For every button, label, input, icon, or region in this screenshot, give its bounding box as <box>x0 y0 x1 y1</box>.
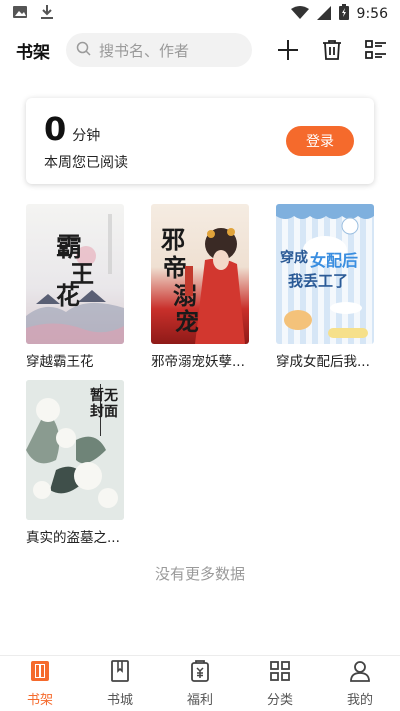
book-item[interactable]: 穿成 女配后 我丢工了 穿成女配后我... <box>276 204 376 370</box>
book-title: 穿越霸王花 <box>26 354 94 370</box>
nav-bookshelf[interactable]: 书架 <box>0 656 80 711</box>
nav-label: 分类 <box>266 693 293 708</box>
download-notification-icon <box>40 4 54 24</box>
category-icon <box>268 659 292 687</box>
profile-icon <box>348 659 372 687</box>
book-cover: 暂无封面 <box>26 380 124 520</box>
book-title: 邪帝溺宠妖孽... <box>151 354 245 370</box>
list-view-icon[interactable] <box>364 38 388 62</box>
signal-icon <box>316 5 331 24</box>
bottom-navigation: 书架 书城 福利 分类 我的 <box>0 655 400 711</box>
image-notification-icon <box>12 4 28 24</box>
bookstore-icon <box>108 659 132 687</box>
reading-unit: 分钟 <box>72 128 101 144</box>
cover-text: 邪 <box>160 225 185 254</box>
delete-icon[interactable] <box>320 38 344 62</box>
book-item[interactable]: 暂无封面 真实的盗墓之... <box>26 380 126 546</box>
svg-text:帝: 帝 <box>163 253 187 282</box>
book-cover: 霸 王 花 <box>26 204 124 344</box>
book-item[interactable]: 霸 王 花 穿越霸王花 <box>26 204 126 370</box>
nav-profile[interactable]: 我的 <box>320 656 400 711</box>
svg-text:我丢工了: 我丢工了 <box>288 272 348 290</box>
add-icon[interactable] <box>276 38 300 62</box>
search-input[interactable]: 搜书名、作者 <box>66 33 252 67</box>
search-placeholder: 搜书名、作者 <box>99 41 190 60</box>
status-bar: 9:56 <box>0 0 400 28</box>
battery-icon <box>338 4 349 24</box>
login-button[interactable]: 登录 <box>286 126 354 156</box>
wifi-icon <box>290 5 309 24</box>
reading-minutes: 0 <box>44 110 67 148</box>
nav-welfare[interactable]: 福利 <box>160 656 240 711</box>
book-cover: 邪 帝 溺 宠 <box>151 204 249 344</box>
svg-text:女配后: 女配后 <box>310 251 358 270</box>
cover-text: 暂无封面 <box>90 388 118 420</box>
cover-text: 穿成 <box>280 249 308 266</box>
no-more-data-text: 没有更多数据 <box>154 565 245 583</box>
book-item[interactable]: 邪 帝 溺 宠 邪帝溺宠妖孽... <box>151 204 251 370</box>
book-cover: 穿成 女配后 我丢工了 <box>276 204 374 344</box>
nav-label: 书架 <box>26 693 53 708</box>
svg-text:花: 花 <box>56 281 80 310</box>
svg-text:宠: 宠 <box>175 307 199 336</box>
status-time: 9:56 <box>356 6 388 22</box>
page-title: 书架 <box>16 42 50 63</box>
welfare-icon <box>188 659 212 687</box>
nav-label: 福利 <box>186 693 213 708</box>
nav-category[interactable]: 分类 <box>240 656 320 711</box>
search-icon <box>76 41 91 60</box>
bookshelf-icon <box>28 659 52 687</box>
nav-bookstore[interactable]: 书城 <box>80 656 160 711</box>
book-title: 真实的盗墓之... <box>26 530 120 546</box>
nav-label: 书城 <box>106 693 133 708</box>
nav-label: 我的 <box>346 693 373 708</box>
app-header: 书架 搜书名、作者 <box>0 28 400 72</box>
book-title: 穿成女配后我... <box>276 354 370 370</box>
reading-time-card: 0 分钟 本周您已阅读 登录 <box>26 98 374 184</box>
